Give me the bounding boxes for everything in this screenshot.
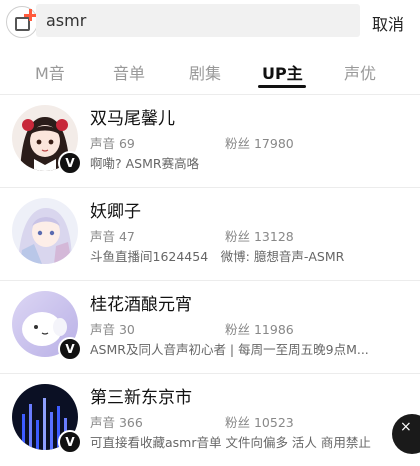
up-name: 桂花酒酿元宵 xyxy=(90,295,192,315)
verified-badge-icon: V xyxy=(58,337,82,361)
up-description: ASMR及同人音声初心者 | 每周一至周五晚9点M... xyxy=(90,342,369,357)
result-tabs: M音 音单 剧集 UP主 声优 xyxy=(0,50,420,95)
cancel-button[interactable]: 取消 xyxy=(372,11,404,35)
avatar[interactable] xyxy=(12,198,78,264)
up-description: 斗鱼直播间1624454 微博: 臆想音声-ASMR xyxy=(90,249,345,264)
fan-count: 粉丝 10523 xyxy=(225,415,294,430)
upload-icon[interactable] xyxy=(6,6,38,38)
up-description: 可直接看收藏asmr音单 文件向偏多 活人 商用禁止 xyxy=(90,435,371,450)
tab-up[interactable]: UP主 xyxy=(262,60,303,84)
sound-count: 声音 69 xyxy=(90,136,135,151)
tab-drama[interactable]: 剧集 xyxy=(189,60,221,84)
tab-m-sound[interactable]: M音 xyxy=(35,60,65,84)
verified-badge-icon: V xyxy=(58,151,82,175)
tab-voice-actor[interactable]: 声优 xyxy=(344,60,376,84)
search-input[interactable] xyxy=(36,4,346,37)
list-item[interactable]: V 第三新东京市 声音 366 粉丝 10523 可直接看收藏asmr音单 文件… xyxy=(0,374,420,466)
sound-count: 声音 366 xyxy=(90,415,143,430)
sound-count: 声音 30 xyxy=(90,322,135,337)
list-item[interactable]: V 双马尾馨儿 声音 69 粉丝 17980 啊嘞? ASMR赛高咯 xyxy=(0,95,420,188)
up-name: 妖卿子 xyxy=(90,202,141,222)
up-name: 第三新东京市 xyxy=(90,388,192,408)
avatar[interactable]: V xyxy=(12,384,82,454)
search-field[interactable] xyxy=(36,4,360,37)
avatar[interactable]: V xyxy=(12,291,82,361)
active-tab-indicator xyxy=(258,85,306,88)
list-item[interactable]: 妖卿子 声音 47 粉丝 13128 斗鱼直播间1624454 微博: 臆想音声… xyxy=(0,188,420,281)
up-name: 双马尾馨儿 xyxy=(90,109,175,129)
fan-count: 粉丝 11986 xyxy=(225,322,294,337)
list-item[interactable]: V 桂花酒酿元宵 声音 30 粉丝 11986 ASMR及同人音声初心者 | 每… xyxy=(0,281,420,374)
tab-playlist[interactable]: 音单 xyxy=(113,60,145,84)
search-bar: 取消 xyxy=(0,0,420,42)
avatar[interactable]: V xyxy=(12,105,82,175)
up-description: 啊嘞? ASMR赛高咯 xyxy=(90,156,200,171)
fan-count: 粉丝 13128 xyxy=(225,229,294,244)
fan-count: 粉丝 17980 xyxy=(225,136,294,151)
sound-count: 声音 47 xyxy=(90,229,135,244)
